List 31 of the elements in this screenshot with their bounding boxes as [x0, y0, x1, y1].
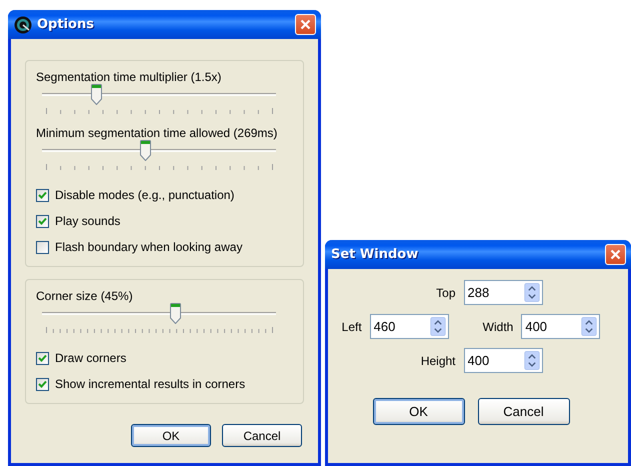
window-title: Set Window: [331, 247, 420, 262]
close-icon: [610, 249, 621, 260]
slider-label: Segmentation time multiplier (1.5x): [36, 70, 222, 84]
checkbox[interactable]: [36, 352, 49, 364]
dialog-button[interactable]: Cancel: [222, 424, 302, 447]
checkbox-label[interactable]: Flash boundary when looking away: [55, 240, 242, 254]
slider-thumb[interactable]: [140, 140, 151, 161]
field-label: Top: [435, 286, 456, 300]
close-button[interactable]: [605, 244, 626, 265]
field-label: Height: [420, 354, 456, 368]
checkbox[interactable]: [36, 240, 49, 254]
checkbox[interactable]: [36, 378, 49, 390]
slider-label: Minimum segmentation time allowed (269ms): [36, 126, 278, 140]
checkbox-label[interactable]: Disable modes (e.g., punctuation): [55, 188, 234, 202]
app-icon: [14, 16, 32, 34]
dialog-button[interactable]: OK: [131, 424, 211, 447]
slider-label: Corner size (45%): [36, 289, 134, 303]
close-icon: [300, 19, 311, 30]
dialog-button[interactable]: Cancel: [478, 398, 570, 425]
slider-thumb[interactable]: [90, 84, 102, 105]
checkbox-label[interactable]: Draw corners: [55, 351, 126, 365]
window-title: Options: [37, 17, 95, 32]
slider-thumb[interactable]: [170, 303, 182, 324]
field-label: Left: [342, 320, 363, 334]
dialog-button[interactable]: OK: [372, 398, 464, 425]
checkbox[interactable]: [36, 214, 49, 228]
checkbox-label[interactable]: Show incremental results in corners: [55, 377, 246, 391]
field-label: Width: [482, 320, 514, 334]
close-button[interactable]: [295, 14, 316, 35]
checkbox-label[interactable]: Play sounds: [55, 214, 120, 228]
checkbox[interactable]: [36, 188, 49, 202]
